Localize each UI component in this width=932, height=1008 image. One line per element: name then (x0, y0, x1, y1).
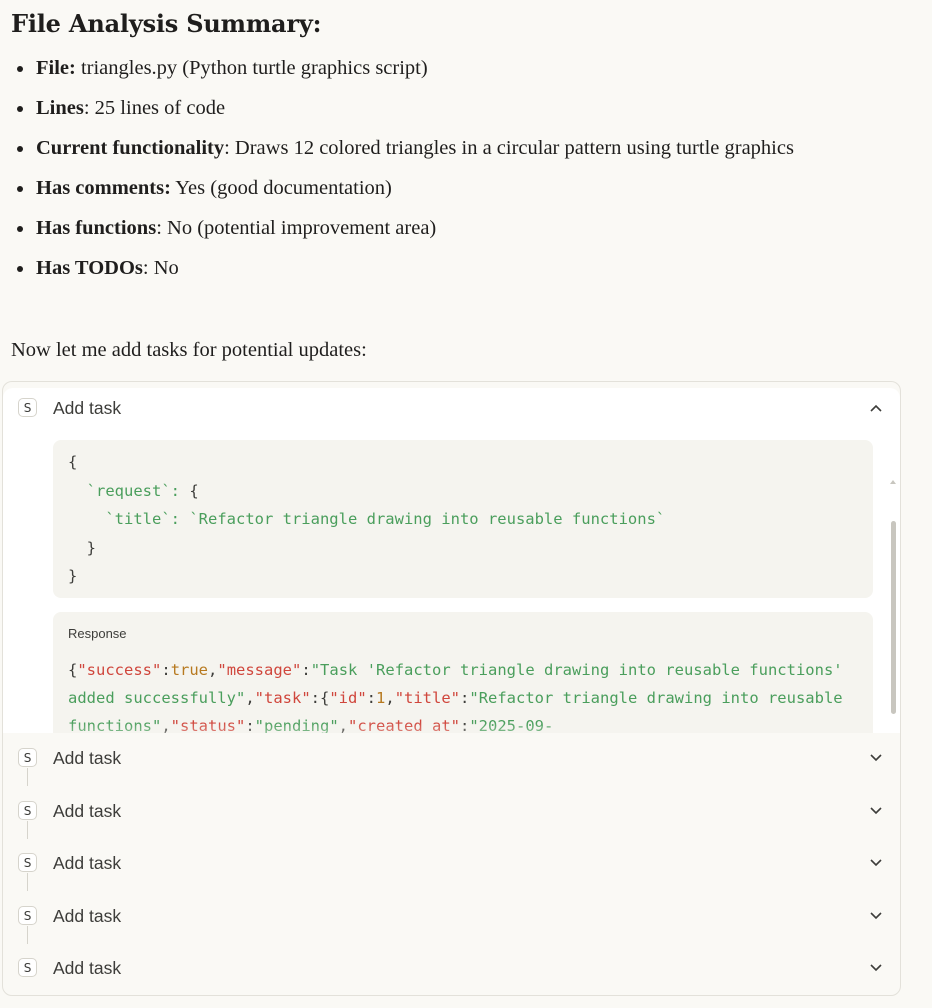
code-line: } (86, 538, 97, 557)
request-code-block: { `request`: { `title`: `Refactor triang… (53, 440, 873, 598)
code-key: `title` (105, 510, 171, 528)
tool-call-header[interactable]: S Add task (3, 791, 900, 831)
tool-badge-icon: S (18, 853, 37, 872)
tool-call-details: { `request`: { `title`: `Refactor triang… (3, 422, 900, 733)
summary-heading: File Analysis Summary: (11, 9, 322, 38)
item-text: : 25 lines of code (83, 97, 226, 119)
scrollbar-thumb[interactable] (891, 521, 896, 714)
list-item: Current functionality: Draws 12 colored … (0, 132, 816, 165)
tool-call-label: Add task (53, 747, 122, 768)
tool-call-label: Add task (53, 800, 122, 821)
chevron-down-icon[interactable] (869, 857, 883, 869)
tool-badge-icon: S (18, 801, 37, 820)
tool-badge-icon: S (18, 398, 37, 417)
summary-list: File: triangles.py (Python turtle graphi… (0, 52, 816, 292)
list-item: Has comments: Yes (good documentation) (0, 172, 816, 205)
item-text: : No (142, 257, 179, 279)
item-label: File: (36, 57, 76, 79)
chevron-down-icon[interactable] (869, 962, 883, 974)
chevron-down-icon[interactable] (869, 805, 883, 817)
request-code: { `request`: { `title`: `Refactor triang… (53, 440, 873, 599)
code-value: `Refactor triangle drawing into reusable… (189, 510, 666, 528)
tool-call-header[interactable]: S Add task (3, 896, 900, 936)
tool-badge-icon: S (18, 748, 37, 767)
tool-call-label: Add task (53, 957, 122, 978)
item-label: Has TODOs (36, 257, 143, 279)
item-text: Yes (good documentation) (170, 177, 392, 199)
code-brace: { (180, 481, 199, 500)
tool-call-label: Add task (53, 397, 122, 418)
code-colon: : (170, 510, 190, 528)
chevron-down-icon[interactable] (869, 752, 883, 764)
chevron-up-icon[interactable] (869, 402, 883, 414)
tool-call-header[interactable]: S Add task (3, 843, 900, 883)
code-colon: : (170, 481, 181, 500)
tool-call-header[interactable]: S Add task (3, 738, 900, 778)
item-label: Current functionality (36, 137, 225, 159)
tool-badge-icon: S (18, 906, 37, 925)
list-item: Has functions: No (potential improvement… (0, 212, 816, 245)
item-label: Has functions (36, 217, 157, 239)
item-text: : No (potential improvement area) (156, 217, 437, 239)
tool-call-header[interactable]: S Add task (3, 948, 900, 988)
tool-badge-icon: S (18, 958, 37, 977)
tool-calls-panel: S Add task { `request`: { `title`: `Refa… (2, 381, 901, 996)
code-line: } (68, 567, 78, 585)
intro-text: Now let me add tasks for potential updat… (11, 339, 367, 361)
response-block: Response {"success":true,"message":"Task… (53, 612, 873, 733)
item-text: : Draws 12 colored triangles in a circul… (224, 137, 794, 159)
response-title: Response (68, 626, 127, 641)
item-label: Has comments: (36, 177, 171, 199)
details-scrollbar[interactable] (888, 476, 898, 733)
list-item: File: triangles.py (Python turtle graphi… (0, 52, 816, 85)
page: File Analysis Summary: File: triangles.p… (0, 0, 932, 1008)
chevron-down-icon[interactable] (869, 910, 883, 922)
item-text: triangles.py (Python turtle graphics scr… (75, 57, 428, 79)
list-item: Lines: 25 lines of code (0, 92, 816, 125)
item-label: Lines (36, 97, 84, 119)
code-line: { (68, 453, 78, 471)
scroll-up-arrow-icon[interactable] (890, 480, 896, 484)
list-item: Has TODOs: No (0, 252, 816, 285)
response-fade (53, 722, 873, 733)
code-key: `request` (86, 481, 171, 500)
tool-call-label: Add task (53, 852, 122, 873)
tool-call-label: Add task (53, 905, 122, 926)
